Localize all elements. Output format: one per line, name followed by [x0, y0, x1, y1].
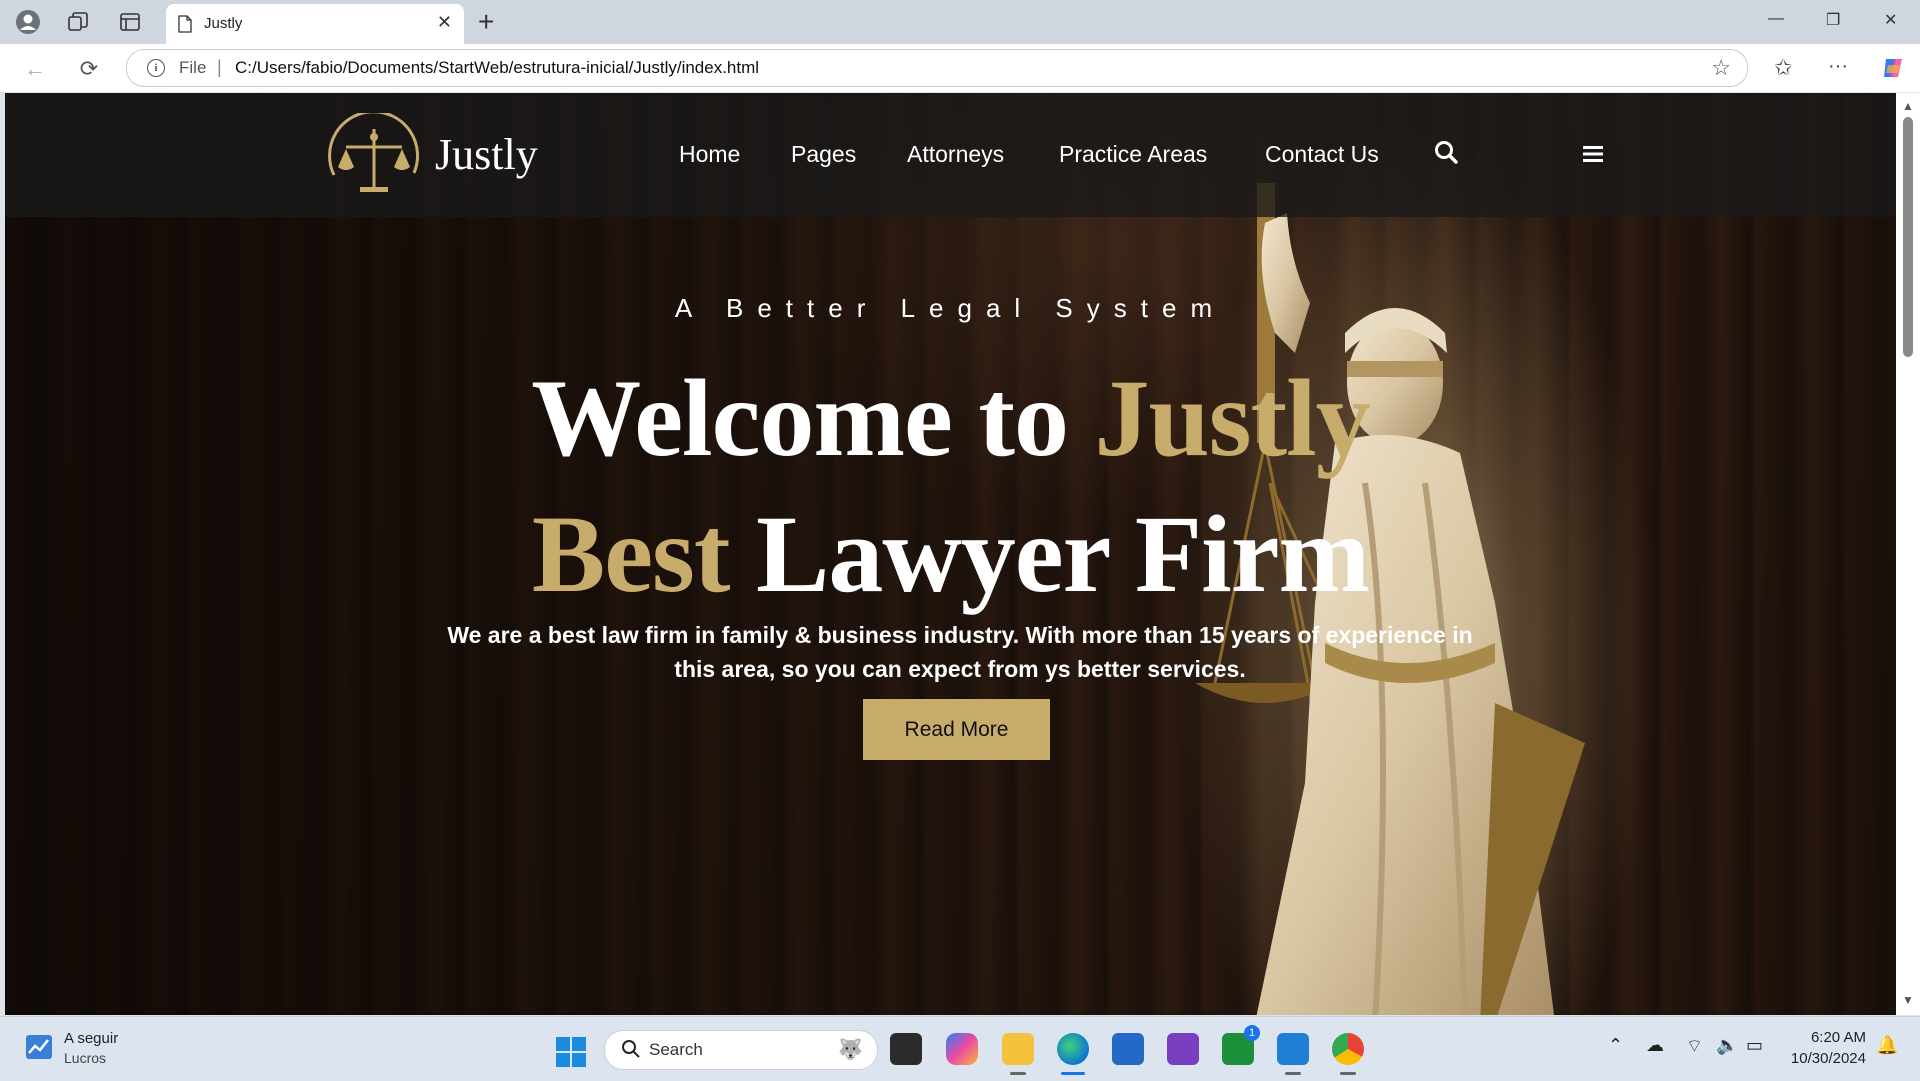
logo-text[interactable]: Justly [435, 129, 538, 180]
chrome-running-indicator [1340, 1072, 1356, 1075]
close-tab-icon[interactable]: ✕ [437, 12, 452, 33]
url-text[interactable]: C:/Users/fabio/Documents/StartWeb/estrut… [235, 58, 759, 78]
favorite-star-icon[interactable]: ☆ [1711, 55, 1731, 81]
new-tab-button[interactable]: + [478, 6, 494, 38]
document-icon [178, 15, 192, 33]
stocks-widget-icon[interactable] [26, 1031, 52, 1063]
vscode-running-indicator [1285, 1072, 1301, 1075]
scroll-thumb[interactable] [1903, 117, 1913, 357]
nav-practice-areas[interactable]: Practice Areas [1059, 141, 1207, 168]
reload-button[interactable]: ⟳ [76, 56, 102, 82]
onedrive-icon[interactable]: ☁ [1646, 1035, 1664, 1056]
tab-title: Justly [204, 15, 243, 32]
edge-icon[interactable] [1057, 1033, 1089, 1065]
close-window-button[interactable]: ✕ [1884, 10, 1897, 30]
task-view-icon[interactable] [890, 1033, 922, 1065]
headline-justly: Justly [1094, 357, 1371, 479]
headline-best: Best [531, 493, 731, 615]
tab-justly[interactable]: Justly ✕ [166, 4, 464, 44]
info-icon[interactable]: i [147, 59, 165, 77]
taskbar-search[interactable]: Search 🐺 [604, 1030, 878, 1070]
widget-subtitle[interactable]: Lucros [64, 1050, 106, 1066]
search-icon[interactable] [1433, 139, 1459, 165]
widget-title[interactable]: A seguir [64, 1030, 118, 1047]
page-viewport: Justly Home Pages Attorneys Practice Are… [5, 93, 1896, 1015]
windows-start-icon[interactable] [556, 1037, 586, 1067]
workspaces-icon[interactable] [64, 8, 92, 36]
nav-attorneys[interactable]: Attorneys [907, 141, 1004, 168]
more-options-icon[interactable]: ··· [1828, 55, 1848, 78]
hero-headline-line1: Welcome to Justly [5, 355, 1896, 482]
phone-link-icon[interactable] [1167, 1033, 1199, 1065]
explorer-running-indicator [1010, 1072, 1026, 1075]
scroll-up-arrow-icon[interactable]: ▲ [1902, 99, 1914, 113]
search-highlight-icon: 🐺 [838, 1039, 863, 1061]
taskbar-search-label: Search [649, 1040, 703, 1059]
wifi-icon[interactable]: ⌔ [1686, 1035, 1703, 1058]
hero-headline-line2: Best Lawyer Firm [5, 491, 1896, 618]
clock-date[interactable]: 10/30/2024 [1791, 1050, 1866, 1067]
scales-logo-icon[interactable] [322, 113, 426, 197]
file-explorer-icon[interactable] [1002, 1033, 1034, 1065]
volume-icon[interactable]: 🔈 [1716, 1035, 1738, 1056]
browser-toolbar: ← ⟳ i File | C:/Users/fabio/Documents/St… [0, 44, 1920, 92]
address-bar[interactable]: i File | C:/Users/fabio/Documents/StartW… [126, 49, 1748, 87]
notification-badge: 1 [1244, 1025, 1260, 1041]
nav-home[interactable]: Home [679, 141, 740, 168]
site-header: Justly Home Pages Attorneys Practice Are… [5, 93, 1896, 217]
copilot-taskbar-icon[interactable] [946, 1033, 978, 1065]
favorites-icon[interactable]: ✩ [1774, 55, 1792, 81]
vertical-tabs-icon[interactable] [116, 8, 144, 36]
minimize-button[interactable]: — [1768, 10, 1784, 28]
nav-pages[interactable]: Pages [791, 141, 856, 168]
nav-contact-us[interactable]: Contact Us [1265, 141, 1379, 168]
show-hidden-icons-icon[interactable]: ⌃ [1608, 1035, 1623, 1056]
taskbar-search-icon [622, 1040, 640, 1058]
clock-time[interactable]: 6:20 AM [1811, 1029, 1866, 1046]
scroll-down-arrow-icon[interactable]: ▼ [1902, 993, 1914, 1007]
microsoft-store-icon[interactable] [1112, 1033, 1144, 1065]
read-more-button[interactable]: Read More [863, 699, 1050, 760]
url-separator: | [217, 57, 222, 77]
chrome-icon[interactable] [1332, 1033, 1364, 1065]
hero-description: We are a best law firm in family & busin… [447, 622, 1473, 682]
xbox-icon[interactable]: 1 [1222, 1025, 1260, 1065]
battery-icon[interactable]: ▭ [1746, 1035, 1763, 1056]
edge-active-indicator [1061, 1072, 1085, 1075]
profile-icon[interactable] [14, 8, 42, 36]
file-label: File [179, 58, 207, 77]
notifications-bell-icon[interactable]: 🔔 [1876, 1035, 1898, 1056]
headline-lawyer-firm: Lawyer Firm [729, 493, 1370, 615]
back-button[interactable]: ← [22, 56, 48, 82]
vscode-icon[interactable] [1277, 1033, 1309, 1065]
taskbar: A seguir Lucros Search 🐺 1 ⌃ ☁ ⌔ 🔈 ▭ 6:2… [0, 1016, 1920, 1081]
copilot-icon[interactable] [1880, 55, 1906, 87]
menu-hamburger-icon[interactable] [1583, 145, 1603, 163]
headline-welcome: Welcome to [531, 357, 1095, 479]
tab-bar: Justly ✕ + — ❐ ✕ [0, 0, 1920, 44]
page-scrollbar[interactable]: ▲ ▼ [1896, 93, 1920, 1015]
hero-eyebrow: A Better Legal System [674, 293, 1227, 323]
restore-button[interactable]: ❐ [1826, 10, 1840, 30]
